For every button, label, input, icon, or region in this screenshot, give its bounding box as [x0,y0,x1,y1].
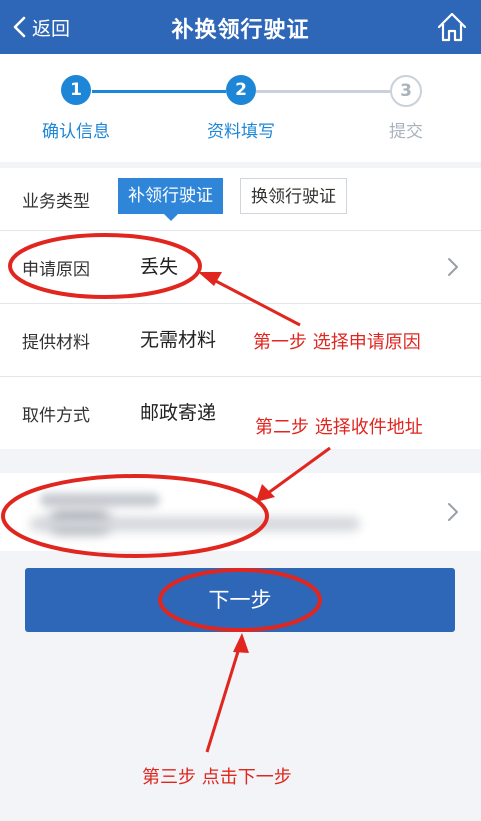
materials-value: 无需材料 [140,329,217,351]
application-form: 业务类型 补领行驶证 换领行驶证 申请原因 丢失 提供材料 无需材料 取件方式 … [0,168,481,449]
annotation-arrow-3 [205,633,249,753]
page-title: 补换领行驶证 [171,18,310,43]
step-connector-2 [256,90,390,93]
home-icon[interactable] [435,10,469,44]
chevron-right-icon [448,503,458,521]
annotation-step-3: 第三步 点击下一步 [142,767,292,788]
reason-label: 申请原因 [22,260,90,280]
annotation-step-2: 第二步 选择收件地址 [255,417,423,438]
pickup-value: 邮政寄递 [140,402,217,424]
step-3-label: 提交 [389,122,423,142]
step-2-label: 资料填写 [207,122,275,142]
top-bar: 返回 补换领行驶证 [0,0,481,54]
option-replace-lost[interactable]: 补领行驶证 [118,178,223,221]
step-2-circle: 2 [226,75,256,105]
pickup-label: 取件方式 [22,406,90,426]
annotation-step-1: 第一步 选择申请原因 [253,332,421,353]
address-name-blurred [40,493,160,507]
step-1-circle: 1 [61,75,91,105]
reason-row[interactable]: 申请原因 丢失 [0,231,481,304]
option-renew[interactable]: 换领行驶证 [240,178,347,214]
business-type-label: 业务类型 [22,192,90,212]
step-3-circle: 3 [390,75,422,107]
address-selector[interactable] [0,473,481,551]
next-step-button[interactable]: 下一步 [25,568,455,632]
reason-value: 丢失 [140,256,179,278]
chevron-right-icon [448,258,458,276]
step-connector-1 [92,90,226,93]
materials-label: 提供材料 [22,333,90,353]
step-1-label: 确认信息 [42,122,110,142]
business-type-row: 业务类型 补领行驶证 换领行驶证 [0,168,481,231]
progress-stepper: 1 2 3 确认信息 资料填写 提交 [0,54,481,162]
address-detail-blurred [30,517,360,531]
